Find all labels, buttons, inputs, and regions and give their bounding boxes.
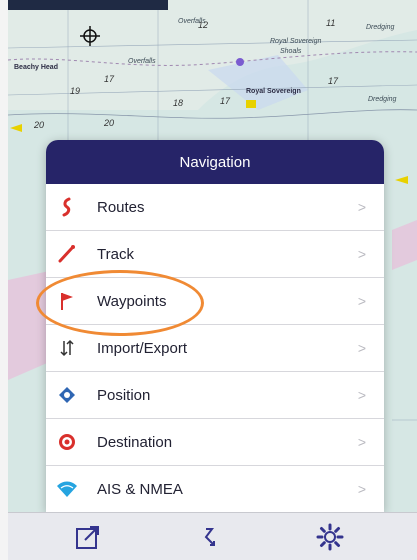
- chevron-right-icon: >: [357, 293, 366, 309]
- chevron-right-icon: >: [357, 481, 366, 497]
- map-label: Overfalls: [128, 58, 156, 65]
- settings-button[interactable]: [314, 521, 346, 553]
- chevron-right-icon: >: [357, 434, 366, 450]
- menu-item-label: Destination: [97, 433, 173, 451]
- destination-icon: [55, 430, 79, 454]
- wifi-icon: [55, 477, 79, 501]
- depth-sounding: 11: [326, 18, 336, 28]
- route-arrow-button[interactable]: [194, 521, 226, 553]
- menu-item-label: Import/Export: [97, 339, 188, 357]
- share-icon: [76, 526, 99, 549]
- menu-item-destination[interactable]: Destination >: [46, 419, 384, 466]
- waypoints-highlight-circle: [36, 270, 204, 336]
- menu-item-label: Routes: [97, 198, 145, 216]
- depth-sounding: 17: [220, 96, 231, 106]
- map-label: Dredging: [366, 24, 395, 31]
- map-label: Royal Sovereign: [270, 38, 322, 45]
- gear-icon: [316, 523, 344, 551]
- routes-icon: [55, 195, 79, 219]
- chevron-right-icon: >: [357, 246, 366, 262]
- import-export-icon: [55, 336, 79, 360]
- route-arrow-icon: [204, 528, 215, 546]
- depth-sounding: 20: [34, 120, 45, 130]
- chevron-right-icon: >: [357, 340, 366, 356]
- share-button[interactable]: [72, 521, 104, 553]
- depth-sounding: 12: [198, 20, 209, 30]
- bottom-toolbar: [8, 512, 417, 560]
- menu-item-ais-nmea[interactable]: AIS & NMEA >: [46, 466, 384, 512]
- menu-item-label: Track: [97, 245, 134, 263]
- menu-item-routes[interactable]: Routes >: [46, 184, 384, 231]
- chevron-right-icon: >: [357, 387, 366, 403]
- map-label: Beachy Head: [14, 64, 58, 71]
- depth-sounding: 17: [104, 74, 115, 84]
- chevron-right-icon: >: [357, 199, 366, 215]
- app-screen: Overfalls Royal Sovereign Shoals Royal S…: [0, 0, 417, 560]
- depth-sounding: 20: [104, 118, 115, 128]
- depth-sounding: 19: [70, 86, 81, 96]
- panel-title: Navigation: [179, 153, 251, 171]
- menu-item-position[interactable]: Position >: [46, 372, 384, 419]
- navigation-panel-header: Navigation: [46, 140, 384, 184]
- screen-edge: [0, 0, 8, 560]
- map-label: Dredging: [368, 96, 397, 103]
- depth-sounding: 17: [328, 76, 339, 86]
- menu-item-label: Position: [97, 386, 151, 404]
- track-icon: [55, 242, 79, 266]
- map-label: Shoals: [280, 48, 302, 55]
- navigation-menu: Routes > Track > Waypoints > Import/Expo…: [46, 184, 384, 512]
- position-icon: [55, 383, 79, 407]
- menu-item-label: AIS & NMEA: [97, 480, 183, 498]
- map-label: Royal Sovereign: [246, 88, 301, 95]
- depth-sounding: 18: [173, 98, 184, 108]
